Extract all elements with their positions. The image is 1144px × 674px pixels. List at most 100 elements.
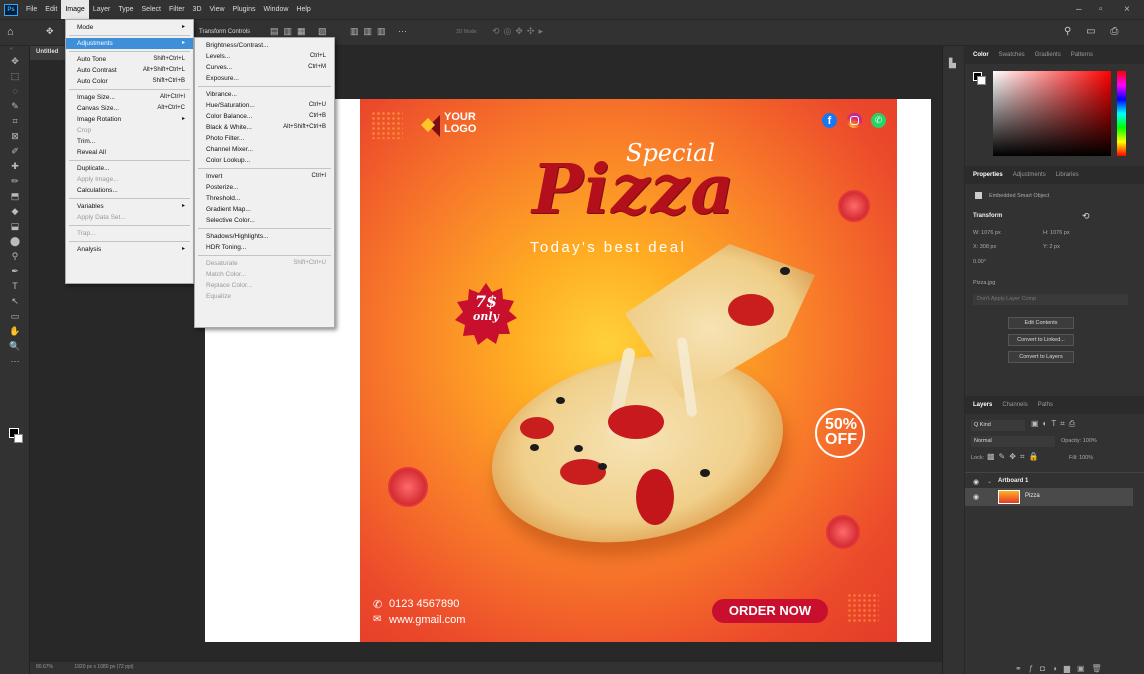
clone-stamp-tool-icon[interactable]: ⬒ (0, 189, 30, 204)
type-tool-icon[interactable]: T (0, 279, 30, 294)
chevron-down-icon[interactable]: ⌄ (987, 478, 992, 485)
menu-item-duplicate[interactable]: Duplicate... (66, 163, 193, 174)
menu-item-image-rotation[interactable]: Image Rotation ▸ (66, 114, 193, 125)
menu-item-levels[interactable]: Levels... Ctrl+L (195, 51, 334, 62)
menu-item-black-white[interactable]: Black & White... Alt+Shift+Ctrl+B (195, 122, 334, 133)
brush-tool-icon[interactable]: ✏ (0, 174, 30, 189)
tab-paths[interactable]: Paths (1038, 402, 1053, 408)
pizza-layer-row[interactable]: ◉ Pizza (965, 488, 1133, 506)
pen-tool-icon[interactable]: ✒ (0, 264, 30, 279)
lasso-tool-icon[interactable]: ◌ (0, 84, 30, 99)
hue-slider[interactable] (1117, 71, 1126, 156)
align-icons[interactable]: ▤▥▦ ▧ (270, 26, 332, 37)
menu-item-channel-mixer[interactable]: Channel Mixer... (195, 144, 334, 155)
color-background-swatch[interactable] (977, 76, 986, 85)
angle-field[interactable]: 0.00° (973, 259, 986, 265)
menu-item-vibrance[interactable]: Vibrance... (195, 89, 334, 100)
menu-item-calculations[interactable]: Calculations... (66, 185, 193, 196)
home-icon[interactable]: ⌂ (7, 26, 14, 38)
artboard-name[interactable]: Artboard 1 (998, 478, 1028, 484)
menu-image[interactable]: Image (61, 0, 89, 19)
gradient-tool-icon[interactable]: ⬤ (0, 234, 30, 249)
tab-channels[interactable]: Channels (1002, 402, 1027, 408)
search-icon[interactable]: ⚲ ▭ ⎙ (1064, 26, 1124, 37)
object-select-tool-icon[interactable]: ✎ (0, 99, 30, 114)
menu-view[interactable]: View (206, 0, 229, 19)
y-field[interactable]: Y: 2 px (1043, 244, 1060, 250)
dodge-tool-icon[interactable]: ⚲ (0, 249, 30, 264)
rectangle-tool-icon[interactable]: ▭ (0, 309, 30, 324)
layer-name[interactable]: Pizza (1025, 493, 1040, 499)
pizza-poster[interactable]: YOUR LOGO f ✆ Special Pizza Today's best… (360, 99, 897, 642)
layer-comp-select[interactable]: Don't Apply Layer Comp (973, 294, 1128, 305)
tab-color[interactable]: Color (973, 52, 989, 58)
menu-item-curves[interactable]: Curves... Ctrl+M (195, 62, 334, 73)
zoom-tool-icon[interactable]: 🔍 (0, 339, 30, 354)
move-tool-icon[interactable]: ✥ (0, 54, 30, 69)
marquee-tool-icon[interactable]: ⬚ (0, 69, 30, 84)
convert-to-linked-button[interactable]: Convert to Linked... (1008, 334, 1074, 346)
height-field[interactable]: H: 1076 px (1043, 230, 1070, 236)
menu-item-auto-color[interactable]: Auto Color Shift+Ctrl+B (66, 76, 193, 87)
menu-item-mode[interactable]: Mode ▸ (66, 22, 193, 33)
fill-field[interactable]: Fill: 100% (1069, 455, 1093, 461)
x-field[interactable]: X: 308 px (973, 244, 996, 250)
menu-edit[interactable]: Edit (41, 0, 61, 19)
menu-item-reveal-all[interactable]: Reveal All (66, 147, 193, 158)
layer-filter-icons[interactable]: ▣◐T⌗⎙ (1031, 419, 1079, 429)
visibility-eye-icon[interactable]: ◉ (973, 478, 979, 486)
frame-tool-icon[interactable]: ⊠ (0, 129, 30, 144)
tab-libraries[interactable]: Libraries (1056, 172, 1079, 178)
close-icon[interactable]: × (1124, 0, 1130, 19)
menu-item-color-balance[interactable]: Color Balance... Ctrl+B (195, 111, 334, 122)
menu-file[interactable]: File (22, 0, 41, 19)
menu-layer[interactable]: Layer (89, 0, 115, 19)
color-picker-field[interactable] (993, 71, 1111, 156)
layer-actions-icons[interactable]: ⚭ƒ◘◑▆▣🗑 (1015, 664, 1109, 673)
visibility-eye-icon[interactable]: ◉ (973, 493, 979, 501)
menu-item-selective-color[interactable]: Selective Color... (195, 215, 334, 226)
menu-item-analysis[interactable]: Analysis ▸ (66, 244, 193, 255)
menu-item-hdr-toning[interactable]: HDR Toning... (195, 242, 334, 253)
tab-properties[interactable]: Properties (973, 172, 1003, 178)
convert-to-layers-button[interactable]: Convert to Layers (1008, 351, 1074, 363)
crop-tool-icon[interactable]: ⌗ (0, 114, 30, 129)
hand-tool-icon[interactable]: ✋ (0, 324, 30, 339)
menu-item-gradient-map[interactable]: Gradient Map... (195, 204, 334, 215)
blend-mode-select[interactable]: Normal (971, 436, 1055, 447)
more-tools-tool-icon[interactable]: ⋯ (0, 354, 30, 369)
menu-window[interactable]: Window (260, 0, 293, 19)
menu-item-posterize[interactable]: Posterize... (195, 182, 334, 193)
menu-item-auto-contrast[interactable]: Auto Contrast Alt+Shift+Ctrl+L (66, 65, 193, 76)
tab-patterns[interactable]: Patterns (1071, 52, 1093, 58)
menu-type[interactable]: Type (114, 0, 137, 19)
maximize-icon[interactable]: ▫ (1099, 0, 1103, 19)
menu-item-canvas-size[interactable]: Canvas Size... Alt+Ctrl+C (66, 103, 193, 114)
eyedropper-tool-icon[interactable]: ✐ (0, 144, 30, 159)
menu-item-photo-filter[interactable]: Photo Filter... (195, 133, 334, 144)
document-tab[interactable]: Untitled (30, 46, 65, 60)
tab-layers[interactable]: Layers (973, 402, 992, 408)
background-color-swatch[interactable] (14, 434, 23, 443)
minimize-icon[interactable]: – (1076, 0, 1082, 19)
menu-item-shadows-highlights[interactable]: Shadows/Highlights... (195, 231, 334, 242)
menu-select[interactable]: Select (138, 0, 165, 19)
menu-item-brightness-contrast[interactable]: Brightness/Contrast... (195, 40, 334, 51)
width-field[interactable]: W: 1076 px (973, 230, 1001, 236)
history-icon[interactable]: ▙ (949, 58, 964, 69)
zoom-level[interactable]: 80.67% (36, 664, 53, 670)
opacity-field[interactable]: Opacity: 100% (1061, 438, 1097, 444)
menu-item-invert[interactable]: Invert Ctrl+I (195, 171, 334, 182)
menu-plugins[interactable]: Plugins (229, 0, 260, 19)
menu-3d[interactable]: 3D (189, 0, 206, 19)
order-now-button[interactable]: ORDER NOW (712, 599, 828, 623)
distribute-icons[interactable]: ▥▥▥ ⋯ (350, 26, 412, 37)
collapse-icon[interactable]: « (0, 46, 29, 54)
menu-help[interactable]: Help (292, 0, 314, 19)
menu-item-auto-tone[interactable]: Auto Tone Shift+Ctrl+L (66, 54, 193, 65)
eraser-tool-icon[interactable]: ⬓ (0, 219, 30, 234)
layer-kind-filter[interactable]: Q Kind (971, 420, 1025, 431)
menu-item-variables[interactable]: Variables ▸ (66, 201, 193, 212)
menu-item-exposure[interactable]: Exposure... (195, 73, 334, 84)
menu-item-trim[interactable]: Trim... (66, 136, 193, 147)
